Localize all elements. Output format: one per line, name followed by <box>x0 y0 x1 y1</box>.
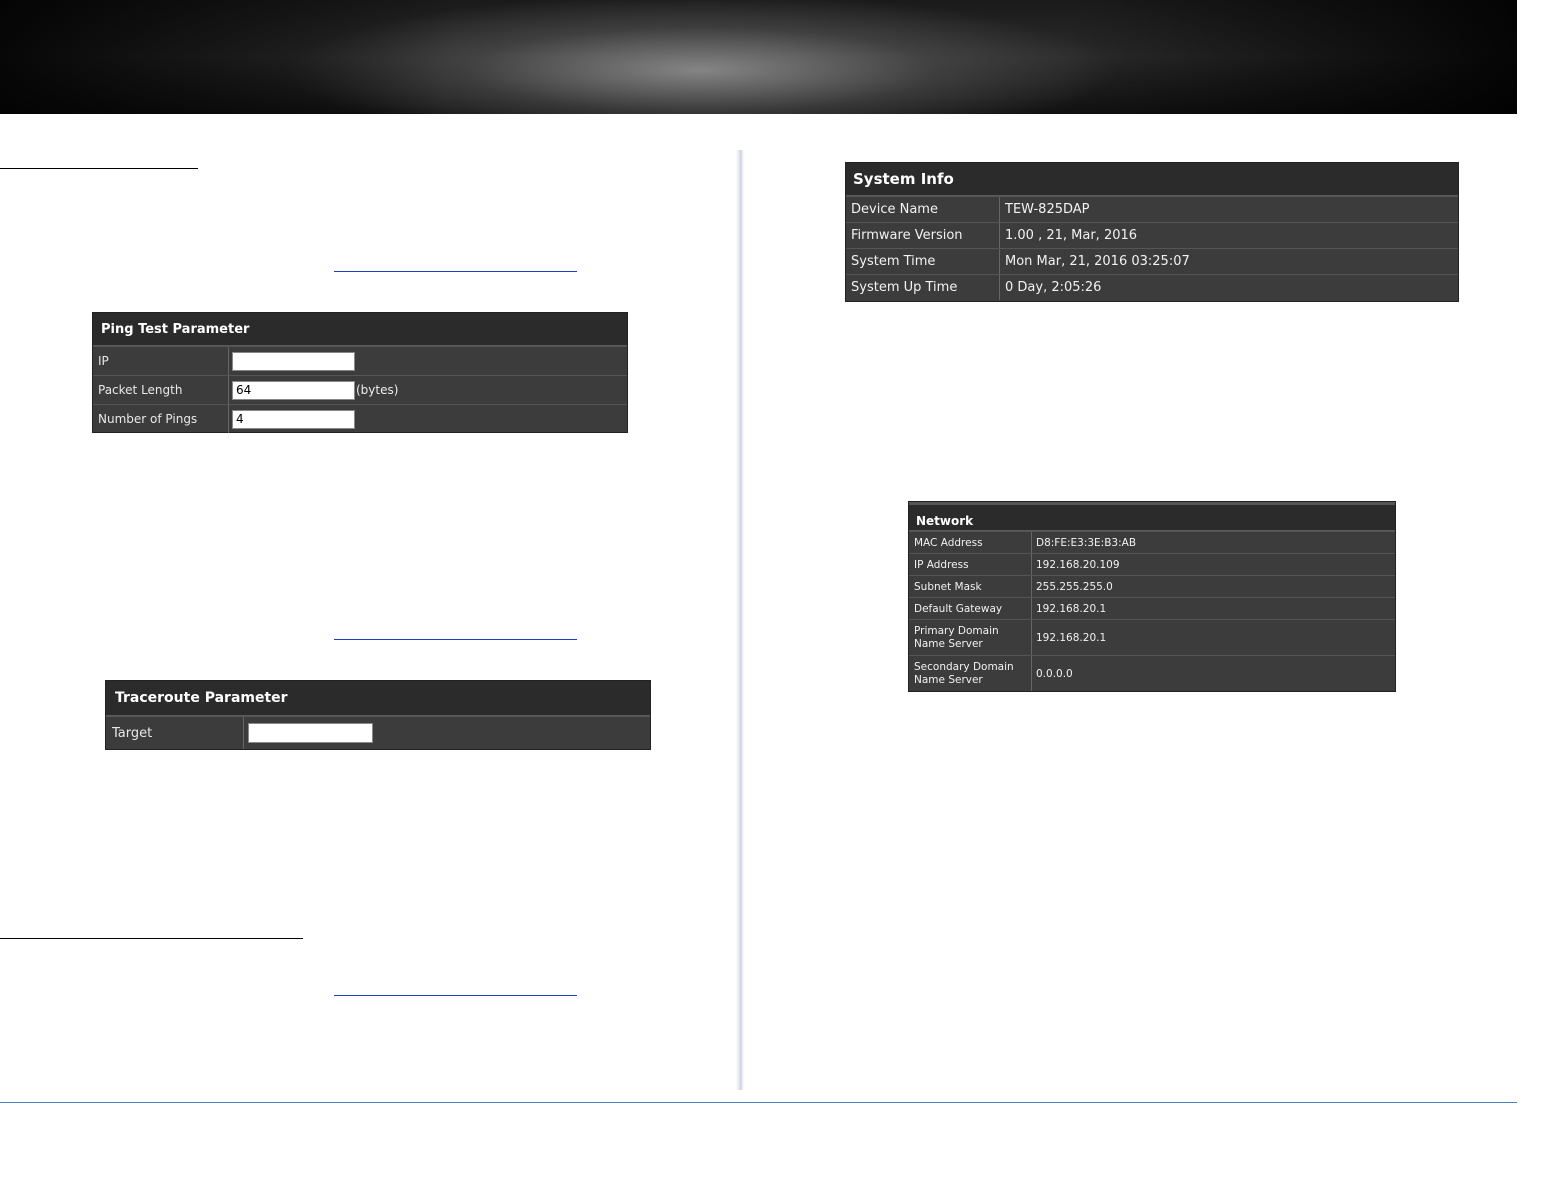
system-info-row: System Up Time 0 Day, 2:05:26 <box>846 274 1458 300</box>
primary-dns-value: 192.168.20.1 <box>1036 631 1107 644</box>
system-up-time-value: 0 Day, 2:05:26 <box>1005 280 1102 295</box>
system-up-time-label: System Up Time <box>846 275 1000 300</box>
footer-line <box>0 1102 1517 1103</box>
ping-row-number-of-pings: Number of Pings <box>93 404 627 433</box>
network-row: Default Gateway 192.168.20.1 <box>909 597 1395 619</box>
ping-test-title: Ping Test Parameter <box>93 313 627 346</box>
network-row: Secondary Domain Name Server 0.0.0.0 <box>909 655 1395 691</box>
ip-address-label: IP Address <box>909 554 1032 575</box>
packet-length-label: Packet Length <box>93 376 229 404</box>
column-divider <box>736 150 744 1090</box>
system-info-row: Device Name TEW-825DAP <box>846 196 1458 222</box>
system-info-row: Firmware Version 1.00 , 21, Mar, 2016 <box>846 222 1458 248</box>
firmware-version-label: Firmware Version <box>846 223 1000 248</box>
ping-ip-label: IP <box>93 347 229 375</box>
traceroute-title: Traceroute Parameter <box>106 681 650 716</box>
firmware-version-value: 1.00 , 21, Mar, 2016 <box>1005 228 1138 243</box>
hyperlink-underline[interactable] <box>334 271 577 272</box>
ping-row-packet-length: Packet Length (bytes) <box>93 375 627 404</box>
network-row: Subnet Mask 255.255.255.0 <box>909 575 1395 597</box>
system-info-title: System Info <box>846 163 1458 196</box>
target-input[interactable] <box>248 723 373 743</box>
subnet-mask-label: Subnet Mask <box>909 576 1032 597</box>
mac-address-value: D8:FE:E3:3E:B3:AB <box>1036 536 1137 549</box>
mac-address-label: MAC Address <box>909 532 1032 553</box>
network-row: MAC Address D8:FE:E3:3E:B3:AB <box>909 531 1395 553</box>
ping-ip-input[interactable] <box>232 351 355 371</box>
hyperlink-underline[interactable] <box>334 995 577 996</box>
default-gateway-value: 192.168.20.1 <box>1036 602 1107 615</box>
device-name-label: Device Name <box>846 197 1000 222</box>
section-heading-underline <box>0 168 198 169</box>
traceroute-row-target: Target <box>106 716 650 749</box>
header-banner <box>0 0 1517 114</box>
network-title: Network <box>909 502 1395 531</box>
number-of-pings-label: Number of Pings <box>93 405 229 433</box>
section-heading-underline <box>0 938 303 939</box>
default-gateway-label: Default Gateway <box>909 598 1032 619</box>
network-panel: Network MAC Address D8:FE:E3:3E:B3:AB IP… <box>908 501 1396 692</box>
ping-test-panel: Ping Test Parameter IP Packet Length (by… <box>92 312 628 433</box>
system-info-row: System Time Mon Mar, 21, 2016 03:25:07 <box>846 248 1458 274</box>
system-time-value: Mon Mar, 21, 2016 03:25:07 <box>1005 254 1190 269</box>
secondary-dns-label: Secondary Domain Name Server <box>909 656 1032 691</box>
packet-length-input[interactable] <box>232 380 355 400</box>
packet-length-unit: (bytes) <box>356 383 399 397</box>
secondary-dns-value: 0.0.0.0 <box>1036 667 1073 680</box>
ping-row-ip: IP <box>93 346 627 375</box>
device-name-value: TEW-825DAP <box>1005 202 1090 217</box>
hyperlink-underline[interactable] <box>334 639 577 640</box>
traceroute-panel: Traceroute Parameter Target <box>105 680 651 750</box>
ip-address-value: 192.168.20.109 <box>1036 558 1120 571</box>
primary-dns-label: Primary Domain Name Server <box>909 620 1032 655</box>
network-row: IP Address 192.168.20.109 <box>909 553 1395 575</box>
number-of-pings-input[interactable] <box>232 409 355 429</box>
system-time-label: System Time <box>846 249 1000 274</box>
system-info-panel: System Info Device Name TEW-825DAP Firmw… <box>845 162 1459 302</box>
subnet-mask-value: 255.255.255.0 <box>1036 580 1113 593</box>
target-label: Target <box>106 717 244 749</box>
network-row: Primary Domain Name Server 192.168.20.1 <box>909 619 1395 655</box>
